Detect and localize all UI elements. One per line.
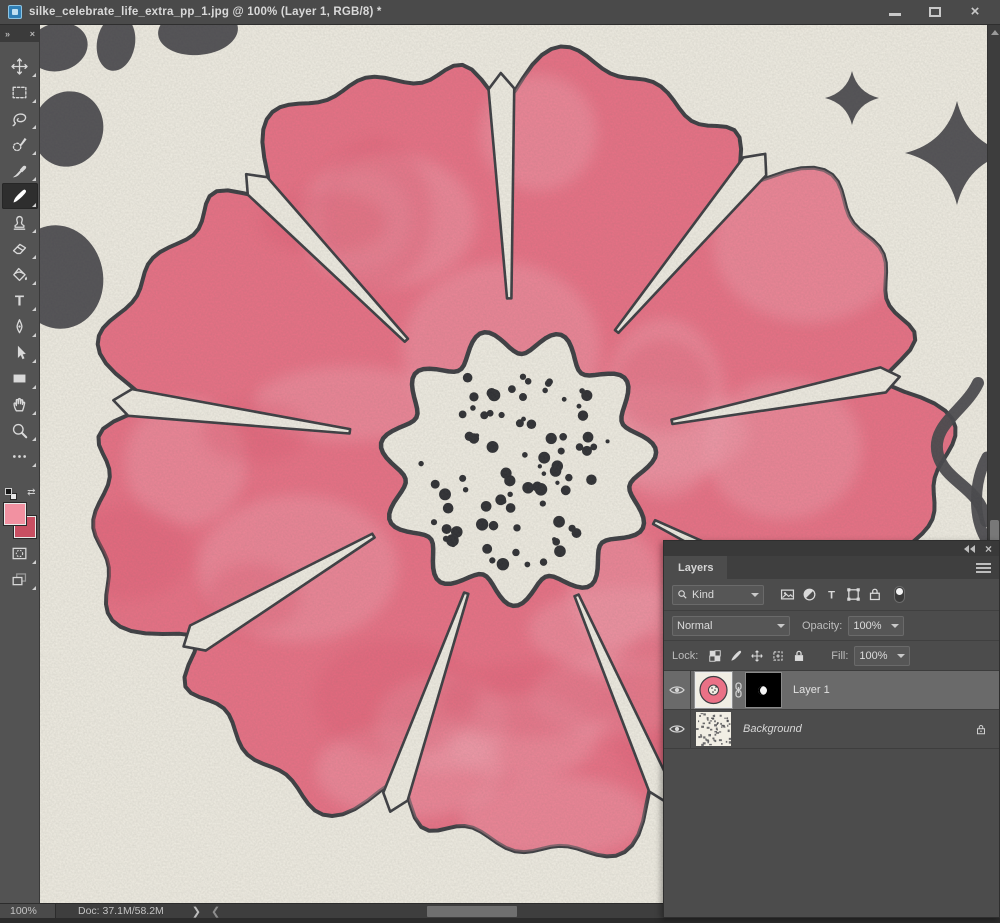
window-bottom-edge — [0, 918, 1000, 923]
lock-position-icon[interactable] — [746, 646, 767, 666]
screen-mode-button[interactable] — [2, 566, 38, 592]
tool-hand-tool[interactable] — [2, 391, 38, 417]
tool-eyedropper-tool[interactable] — [2, 157, 38, 183]
mask-link-icon[interactable] — [734, 682, 743, 698]
scroll-up-icon[interactable] — [991, 30, 999, 35]
tool-type-tool[interactable]: T — [2, 287, 38, 313]
lock-transparency-icon[interactable] — [704, 646, 725, 666]
quick-mask-button[interactable] — [2, 540, 38, 566]
zoom-level-value: 100% — [10, 905, 37, 917]
swap-colors-icon[interactable]: ⇄ — [27, 487, 35, 498]
blend-mode-dropdown[interactable]: Normal — [672, 616, 790, 636]
panel-collapse-icon[interactable] — [964, 545, 975, 553]
fill-value: 100% — [859, 650, 887, 662]
fill-dropdown[interactable]: 100% — [854, 646, 910, 666]
tool-quick-select-tool[interactable] — [2, 131, 38, 157]
tool-clone-stamp-tool[interactable] — [2, 209, 38, 235]
filter-kind-value: Kind — [692, 589, 714, 601]
filter-toggle-switch[interactable] — [894, 586, 905, 603]
visibility-eye-icon[interactable] — [664, 671, 691, 709]
tool-pen-tool[interactable] — [2, 313, 38, 339]
default-colors-icon[interactable] — [5, 488, 17, 500]
filter-kind-dropdown[interactable]: Kind — [672, 585, 764, 605]
tool-marquee-tool[interactable] — [2, 79, 38, 105]
maximize-button[interactable] — [928, 6, 942, 18]
filter-type-layers-icon[interactable]: T — [820, 585, 842, 605]
lock-pixels-icon[interactable] — [725, 646, 746, 666]
layer-thumbnail[interactable] — [696, 712, 731, 746]
layer-name: Background — [743, 723, 802, 735]
fill-label: Fill: — [831, 650, 848, 662]
tool-zoom-tool[interactable] — [2, 417, 38, 443]
layers-tab-label: Layers — [678, 562, 713, 574]
svg-text:T: T — [828, 589, 835, 601]
tool-more-tools[interactable] — [2, 443, 38, 469]
close-button[interactable]: × — [968, 6, 982, 18]
zoom-level-field[interactable]: 100% — [0, 904, 56, 919]
tool-panel: » × T ⇄ — [0, 25, 40, 905]
opacity-value: 100% — [853, 620, 881, 632]
filter-pixel-layers-icon[interactable] — [776, 585, 798, 605]
foreground-color-swatch[interactable] — [4, 503, 26, 525]
minimize-button[interactable] — [888, 6, 902, 18]
panel-menu-icon[interactable] — [976, 561, 991, 575]
status-flyout-icon[interactable]: ❯ — [192, 905, 201, 918]
panel-expand-icon[interactable]: » — [5, 29, 9, 39]
svg-text:T: T — [15, 292, 25, 309]
layers-panel: × Layers Kind T — [663, 540, 1000, 918]
tool-path-select-tool[interactable] — [2, 339, 38, 365]
tool-shape-tool[interactable] — [2, 365, 38, 391]
lock-label: Lock: — [672, 650, 698, 662]
filter-adjustment-layers-icon[interactable] — [798, 585, 820, 605]
tool-move-tool[interactable] — [2, 53, 38, 79]
tab-layers[interactable]: Layers — [664, 556, 727, 579]
lock-all-icon[interactable] — [788, 646, 809, 666]
window-title: silke_celebrate_life_extra_pp_1.jpg @ 10… — [29, 6, 382, 18]
visibility-eye-icon[interactable] — [664, 710, 691, 748]
tool-brush-tool[interactable] — [2, 183, 38, 209]
filter-smart-objects-icon[interactable] — [864, 585, 886, 605]
panel-close-icon[interactable]: × — [30, 29, 34, 39]
opacity-label: Opacity: — [802, 620, 842, 632]
lock-artboard-icon[interactable] — [767, 646, 788, 666]
photoshop-window: silke_celebrate_life_extra_pp_1.jpg @ 10… — [0, 0, 1000, 923]
filter-shape-layers-icon[interactable] — [842, 585, 864, 605]
scroll-left-icon[interactable]: ❮ — [211, 905, 220, 918]
tool-eraser-tool[interactable] — [2, 235, 38, 261]
horizontal-scroll-thumb[interactable] — [427, 906, 517, 917]
tool-lasso-tool[interactable] — [2, 105, 38, 131]
panel-close-icon[interactable]: × — [985, 544, 992, 554]
search-icon — [677, 589, 688, 600]
layer-thumbnail[interactable] — [696, 673, 731, 707]
layer-row-background[interactable]: Background — [664, 710, 999, 749]
doc-size-info: Doc: 37.1M/58.2M — [78, 905, 164, 917]
tool-paint-bucket-tool[interactable] — [2, 261, 38, 287]
opacity-dropdown[interactable]: 100% — [848, 616, 904, 636]
document-icon — [8, 5, 22, 19]
title-bar: silke_celebrate_life_extra_pp_1.jpg @ 10… — [0, 0, 1000, 25]
color-controls: ⇄ — [2, 488, 38, 540]
layer-mask-thumbnail[interactable] — [746, 673, 781, 707]
layer-row-layer-1[interactable]: Layer 1 — [664, 671, 999, 710]
lock-icon — [975, 723, 987, 736]
layer-name: Layer 1 — [793, 684, 830, 696]
blend-mode-value: Normal — [677, 620, 712, 632]
status-bar: 100% Doc: 37.1M/58.2M ❯ ❮ — [0, 903, 663, 918]
